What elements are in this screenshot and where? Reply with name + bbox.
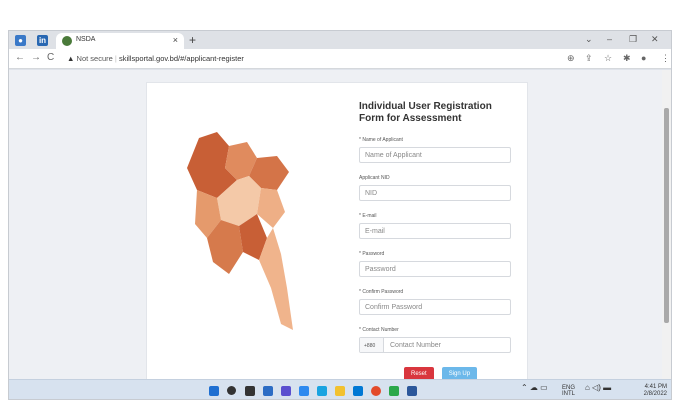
zoom-icon[interactable]: ⊕ — [567, 53, 575, 64]
new-tab-button[interactable]: + — [189, 33, 196, 47]
forward-button[interactable]: → — [31, 52, 41, 63]
share-icon[interactable]: ⇪ — [585, 53, 593, 64]
password-label: * Password — [359, 251, 385, 257]
widgets-icon[interactable] — [263, 386, 273, 396]
network-volume-battery-icons[interactable]: ⌂ ◁) ▬ — [585, 384, 611, 392]
outlook-icon[interactable] — [299, 386, 309, 396]
page-scrollbar[interactable] — [662, 70, 671, 379]
bangladesh-map-image — [187, 132, 293, 330]
chrome-icon[interactable] — [371, 386, 381, 396]
email-label: * E-mail — [359, 213, 377, 219]
address-bar[interactable]: ▲ Not secure | skillsportal.gov.bd/#/app… — [67, 54, 244, 63]
email-input[interactable]: E-mail — [359, 223, 511, 239]
confirm-password-label: * Confirm Password — [359, 289, 404, 295]
contact-input[interactable]: Contact Number — [384, 338, 441, 352]
tab-search-icon[interactable]: ⌄ — [585, 34, 593, 45]
system-clock[interactable]: 4:41 PM 2/8/2022 — [644, 384, 667, 398]
profile-icon[interactable]: ● — [641, 53, 646, 63]
scrollbar-thumb[interactable] — [664, 108, 669, 323]
tab-nsda[interactable]: NSDA × — [56, 33, 184, 49]
word-icon[interactable] — [407, 386, 417, 396]
url-text: skillsportal.gov.bd/#/applicant-register — [118, 54, 244, 63]
nid-label: Applicant NID — [359, 175, 390, 181]
contact-label: * Contact Number — [359, 327, 399, 333]
nid-input[interactable]: NID — [359, 185, 511, 201]
task-view-icon[interactable] — [245, 386, 255, 396]
not-secure-label: Not secure — [76, 54, 113, 63]
restore-button[interactable]: ❐ — [629, 34, 637, 45]
reload-button[interactable]: C — [47, 52, 54, 63]
tab-close-icon[interactable]: × — [173, 35, 178, 45]
file-explorer-icon[interactable] — [335, 386, 345, 396]
edge-icon[interactable] — [317, 386, 327, 396]
map-region-east — [257, 188, 285, 228]
registration-card: Individual User Registration Form for As… — [146, 82, 528, 382]
url-separator: | — [114, 54, 117, 63]
password-input[interactable]: Password — [359, 261, 511, 277]
clock-time: 4:41 PM — [644, 384, 667, 390]
tab-strip: ● in NSDA × + ⌄ – ❐ ✕ — [9, 31, 671, 49]
store-icon[interactable] — [353, 386, 363, 396]
warning-icon: ▲ — [67, 54, 75, 63]
name-input[interactable]: Name of Applicant — [359, 147, 511, 163]
language-indicator[interactable]: ENG INTL — [562, 385, 575, 397]
form-title: Individual User Registration Form for As… — [359, 101, 492, 124]
tab-title: NSDA — [76, 36, 96, 43]
language-bottom: INTL — [562, 391, 576, 397]
linkedin-icon[interactable]: in — [37, 35, 48, 46]
registration-form: Individual User Registration Form for As… — [359, 101, 519, 382]
tray-icons[interactable]: ⌃ ☁ ▭ — [521, 384, 548, 392]
contact-input-group: +880 Contact Number — [359, 337, 511, 353]
screenshot-frame: ● in NSDA × + ⌄ – ❐ ✕ ← → C ▲ Not secure… — [0, 0, 679, 405]
app-icon[interactable]: ● — [15, 35, 26, 46]
menu-icon[interactable]: ⋮ — [661, 53, 670, 64]
back-button[interactable]: ← — [15, 52, 25, 63]
country-code-prefix: +880 — [360, 338, 384, 352]
clock-date: 2/8/2022 — [643, 391, 667, 397]
star-icon[interactable]: ☆ — [604, 53, 612, 64]
close-window-button[interactable]: ✕ — [651, 34, 659, 45]
minimize-button[interactable]: – — [607, 34, 612, 44]
browser-window: ● in NSDA × + ⌄ – ❐ ✕ ← → C ▲ Not secure… — [8, 30, 672, 400]
page-content: Individual User Registration Form for As… — [9, 70, 671, 382]
start-icon[interactable] — [209, 386, 219, 396]
extensions-icon[interactable]: ✱ — [623, 53, 631, 64]
browser-toolbar: ← → C ▲ Not secure | skillsportal.gov.bd… — [9, 49, 671, 69]
confirm-password-input[interactable]: Confirm Password — [359, 299, 511, 315]
windows-taskbar: ⌃ ☁ ▭ ENG INTL ⌂ ◁) ▬ 4:41 PM 2/8/2022 — [9, 379, 671, 399]
nsda-favicon-icon — [62, 36, 72, 46]
name-label: * Name of Applicant — [359, 137, 403, 143]
search-icon[interactable] — [227, 386, 236, 395]
chat-icon[interactable] — [281, 386, 291, 396]
whatsapp-icon[interactable] — [389, 386, 399, 396]
